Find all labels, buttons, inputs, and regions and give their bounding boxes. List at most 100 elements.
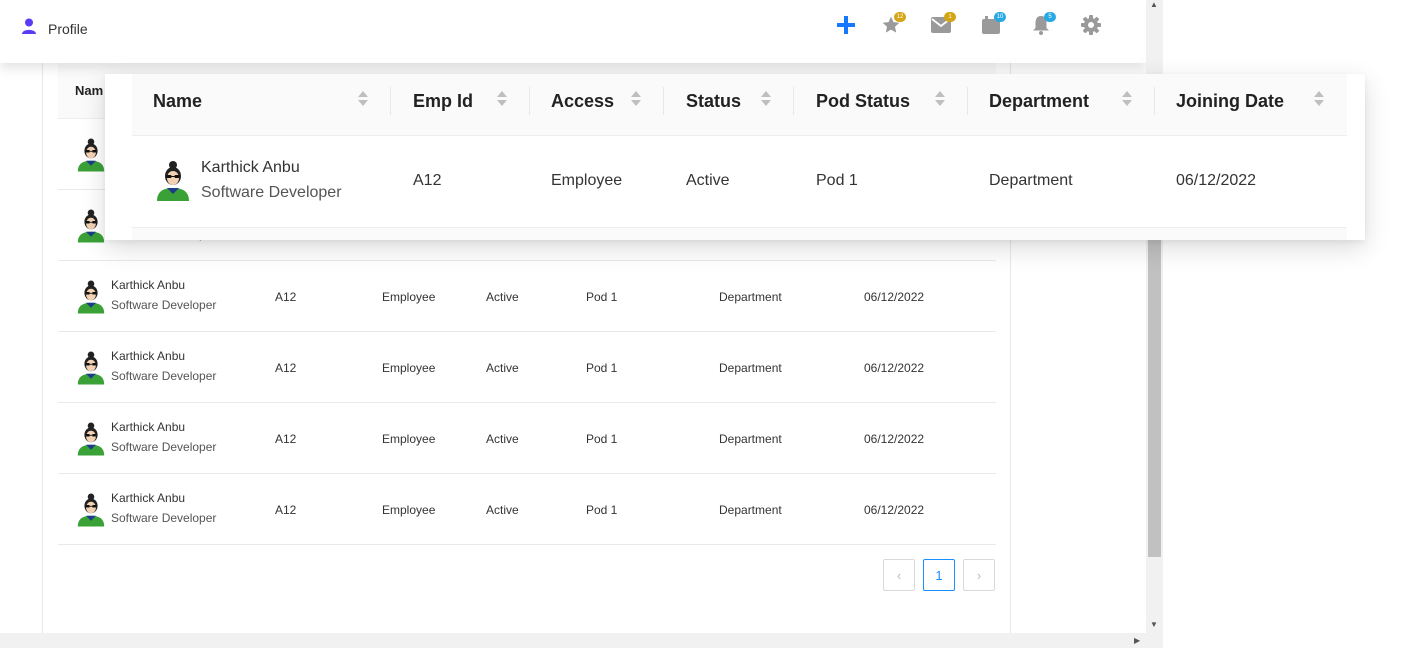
popup-table-header: Name Emp Id Access Status Pod Status Dep…	[132, 74, 1347, 136]
settings-button[interactable]	[1079, 14, 1103, 40]
pod-status-cell: Pod 1	[586, 503, 618, 517]
access-cell: Employee	[551, 172, 623, 189]
favorites-button[interactable]: 12	[879, 12, 906, 39]
sort-icon[interactable]	[496, 91, 508, 109]
column-divider	[390, 87, 391, 115]
popup-table: Name Emp Id Access Status Pod Status Dep…	[132, 74, 1347, 240]
access-cell: Employee	[382, 290, 436, 304]
popup-column-status[interactable]: Status	[686, 91, 741, 112]
avatar	[156, 161, 190, 206]
sort-icon[interactable]	[357, 91, 369, 109]
scroll-up-icon[interactable]: ▲	[1150, 0, 1158, 9]
access-cell: Employee	[382, 361, 436, 375]
sort-icon[interactable]	[1313, 91, 1325, 109]
employee-role: Software Developer	[201, 184, 342, 201]
employee-name: Karthick Anbu	[111, 349, 186, 363]
mail-badge: 1	[944, 12, 956, 22]
sort-icon[interactable]	[760, 91, 772, 109]
avatar	[77, 422, 105, 461]
calendar-button[interactable]: 10	[979, 12, 1006, 39]
emp-id-cell: A12	[275, 290, 297, 304]
top-header: Profile 12 1 10 5	[0, 0, 1146, 63]
table-row[interactable]: Karthick Anbu Software Developer A12 Employ…	[58, 403, 996, 474]
employee-role: Software Developer	[111, 369, 217, 383]
column-divider	[1154, 87, 1155, 115]
table-row[interactable]: Karthick Anbu Software Developer A12 Employ…	[58, 332, 996, 403]
department-cell: Department	[989, 172, 1073, 189]
column-divider	[663, 87, 664, 115]
employee-name: Karthick Anbu	[111, 491, 186, 505]
joining-date-cell: 06/12/2022	[864, 432, 925, 446]
department-cell: Department	[719, 503, 782, 517]
table-row[interactable]: Karthick Anbu Software Developer A12 Employ…	[58, 474, 996, 545]
department-cell: Department	[719, 361, 782, 375]
notifications-badge: 5	[1044, 12, 1056, 22]
avatar	[77, 351, 105, 390]
column-divider	[793, 87, 794, 115]
sort-icon[interactable]	[1121, 91, 1133, 109]
employee-name: Karthick Anbu	[111, 278, 186, 292]
user-icon	[20, 17, 38, 40]
status-cell: Active	[486, 432, 519, 446]
status-cell: Active	[486, 361, 519, 375]
employee-name: Karthick Anbu	[111, 420, 186, 434]
employee-role: Software Developer	[111, 511, 217, 525]
table-row[interactable]: Karthick Anbu Software Developer A12 Employ…	[58, 261, 996, 332]
employee-name: Karthick Anbu	[201, 159, 300, 176]
avatar	[77, 493, 105, 532]
employee-role: Software Developer	[111, 440, 217, 454]
scroll-right-icon[interactable]: ▶	[1134, 636, 1140, 645]
department-cell: Department	[719, 432, 782, 446]
vertical-scroll-thumb[interactable]	[1148, 240, 1161, 557]
avatar	[77, 209, 105, 248]
favorites-badge: 12	[894, 12, 906, 22]
popup-column-joining-date[interactable]: Joining Date	[1176, 91, 1284, 112]
gear-icon	[1081, 14, 1101, 40]
popup-column-name[interactable]: Name	[153, 91, 202, 112]
pod-status-cell: Pod 1	[586, 361, 618, 375]
horizontal-scrollbar[interactable]: ▶	[0, 633, 1163, 648]
sort-icon[interactable]	[934, 91, 946, 109]
add-icon	[836, 15, 856, 40]
pod-status-cell: Pod 1	[816, 172, 858, 189]
emp-id-cell: A12	[275, 432, 297, 446]
notifications-button[interactable]: 5	[1029, 12, 1056, 39]
department-cell: Department	[719, 290, 782, 304]
status-cell: Active	[686, 172, 730, 189]
access-cell: Employee	[382, 432, 436, 446]
mail-button[interactable]: 1	[929, 12, 956, 39]
pod-status-cell: Pod 1	[586, 432, 618, 446]
emp-id-cell: A12	[413, 172, 442, 189]
profile-link[interactable]: Profile	[20, 17, 88, 40]
popup-column-pod-status[interactable]: Pod Status	[816, 91, 910, 112]
joining-date-cell: 06/12/2022	[864, 503, 925, 517]
joining-date-cell: 06/12/2022	[864, 361, 925, 375]
expanded-row-popup: Name Emp Id Access Status Pod Status Dep…	[105, 74, 1365, 240]
status-cell: Active	[486, 503, 519, 517]
next-page-button[interactable]: ›	[963, 559, 995, 591]
page-1-button[interactable]: 1	[923, 559, 955, 591]
status-cell: Active	[486, 290, 519, 304]
access-cell: Employee	[382, 503, 436, 517]
joining-date-cell: 06/12/2022	[1176, 172, 1257, 189]
popup-table-row[interactable]: Karthick Anbu Software Developer A12 Emp…	[132, 136, 1347, 228]
avatar	[77, 138, 105, 177]
sort-icon[interactable]	[630, 91, 642, 109]
popup-column-department[interactable]: Department	[989, 91, 1089, 112]
column-header-name[interactable]: Nam	[75, 83, 103, 98]
popup-column-access[interactable]: Access	[551, 91, 614, 112]
scroll-down-icon[interactable]: ▼	[1150, 620, 1158, 629]
column-divider	[529, 87, 530, 115]
emp-id-cell: A12	[275, 361, 297, 375]
column-divider	[967, 87, 968, 115]
employee-role: Software Developer	[111, 298, 217, 312]
avatar	[77, 280, 105, 319]
popup-column-emp-id[interactable]: Emp Id	[413, 91, 473, 112]
calendar-badge: 10	[994, 12, 1006, 22]
popup-table-footer	[132, 228, 1347, 240]
prev-page-button[interactable]: ‹	[883, 559, 915, 591]
emp-id-cell: A12	[275, 503, 297, 517]
profile-label: Profile	[48, 20, 88, 37]
add-button[interactable]	[834, 15, 858, 39]
pod-status-cell: Pod 1	[586, 290, 618, 304]
